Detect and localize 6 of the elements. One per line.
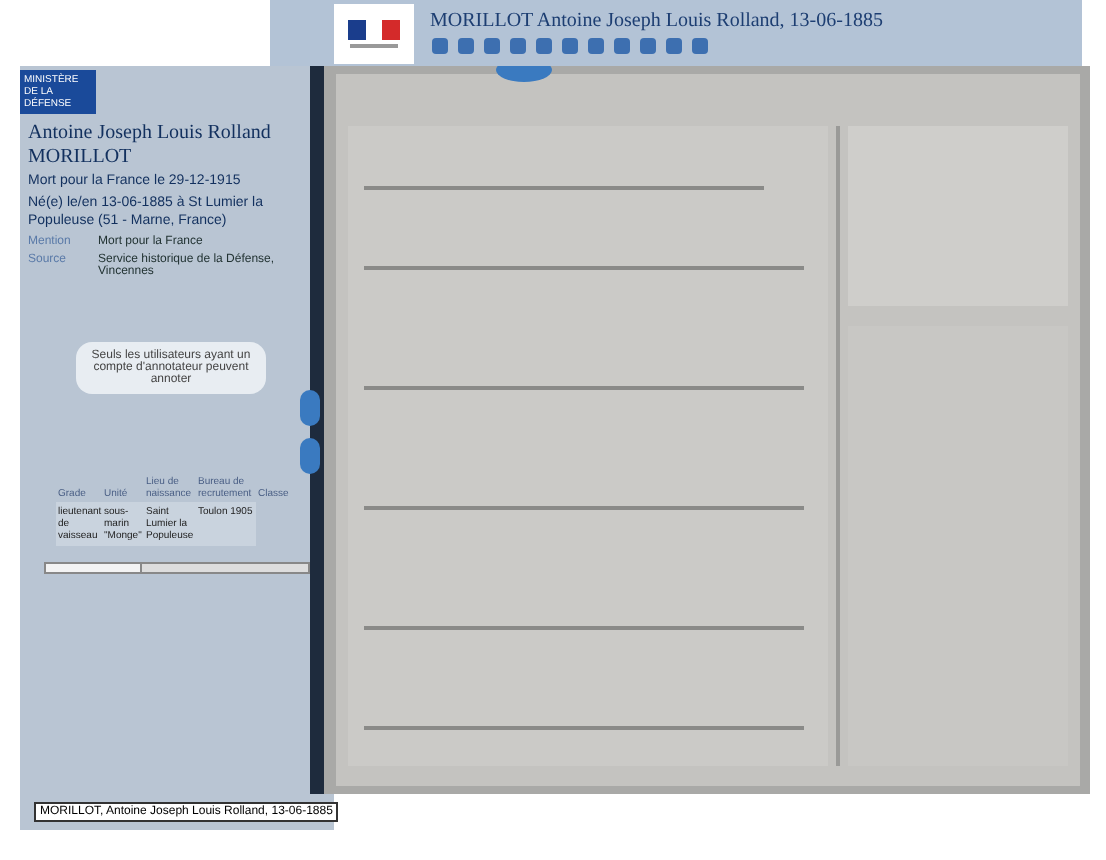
person-name: Antoine Joseph Louis Rolland MORILLOT xyxy=(26,120,273,168)
flag-logo-icon xyxy=(334,3,414,63)
collapse-handle[interactable] xyxy=(300,390,320,426)
edit-handle[interactable] xyxy=(300,438,320,474)
record-title: MORILLOT Antoine Joseph Louis Rolland, 13-06-1885 xyxy=(430,10,883,32)
horizontal-scrollbar[interactable] xyxy=(44,562,310,575)
